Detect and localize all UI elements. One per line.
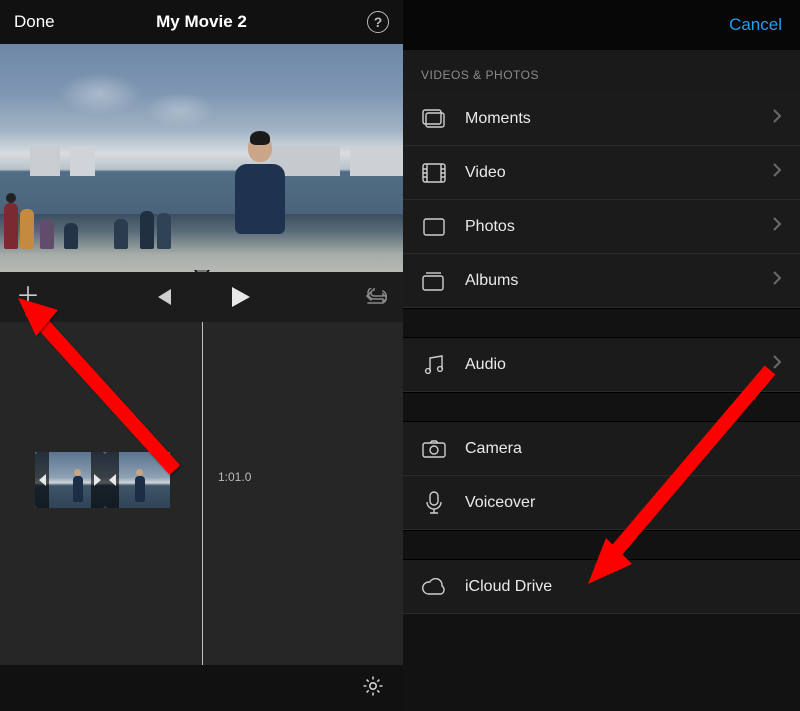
row-audio[interactable]: Audio [403,338,800,392]
row-moments[interactable]: Moments [403,92,800,146]
row-icloud-drive[interactable]: iCloud Drive [403,560,800,614]
chevron-right-icon [773,217,782,236]
row-camera[interactable]: Camera [403,422,800,476]
video-icon [421,160,447,186]
video-track[interactable] [0,452,403,508]
timecode-label: 1:01.0 [218,470,251,484]
row-label: iCloud Drive [465,578,782,596]
clip-skip-start-icon[interactable] [105,452,119,508]
chevron-right-icon [773,355,782,374]
transport-bar: ＋ [0,272,403,322]
editor-pane: Done My Movie 2 ? ＋ [0,0,403,711]
row-label: Audio [465,356,755,374]
editor-navbar: Done My Movie 2 ? [0,0,403,44]
row-label: Moments [465,110,755,128]
done-button[interactable]: Done [14,12,55,32]
cancel-button[interactable]: Cancel [729,15,782,35]
video-preview[interactable] [0,44,403,272]
row-label: Voiceover [465,494,782,512]
moments-icon [421,106,447,132]
section-header-videos-photos: VIDEOS & PHOTOS [403,50,800,92]
playhead-marker [194,270,210,272]
row-video[interactable]: Video [403,146,800,200]
row-label: Photos [465,218,755,236]
row-voiceover[interactable]: Voiceover [403,476,800,530]
timeline[interactable]: 1:01.0 [0,322,403,665]
cloud-icon [421,574,447,600]
settings-button[interactable] [361,674,385,703]
row-label: Albums [465,272,755,290]
audio-icon [421,352,447,378]
project-title: My Movie 2 [156,12,247,32]
clip-1[interactable] [35,452,105,508]
help-button[interactable]: ? [367,11,389,33]
camera-icon [421,436,447,462]
clip-skip-end-icon[interactable] [91,452,105,508]
clip-2[interactable] [105,452,170,508]
albums-icon [421,268,447,294]
row-albums[interactable]: Albums [403,254,800,308]
editor-bottom-bar [0,665,403,711]
picker-header: Cancel [403,0,800,50]
row-label: Camera [465,440,782,458]
row-photos[interactable]: Photos [403,200,800,254]
media-picker-pane: Cancel VIDEOS & PHOTOS Moments Video [403,0,800,711]
chevron-right-icon [773,109,782,128]
microphone-icon [421,490,447,516]
clip-skip-start-icon[interactable] [35,452,49,508]
chevron-right-icon [773,163,782,182]
row-label: Video [465,164,755,182]
play-button[interactable] [232,287,250,307]
add-media-button[interactable]: ＋ [16,285,40,309]
skip-back-button[interactable] [154,289,172,305]
chevron-right-icon [773,271,782,290]
undo-button[interactable] [363,288,387,306]
photos-icon [421,214,447,240]
